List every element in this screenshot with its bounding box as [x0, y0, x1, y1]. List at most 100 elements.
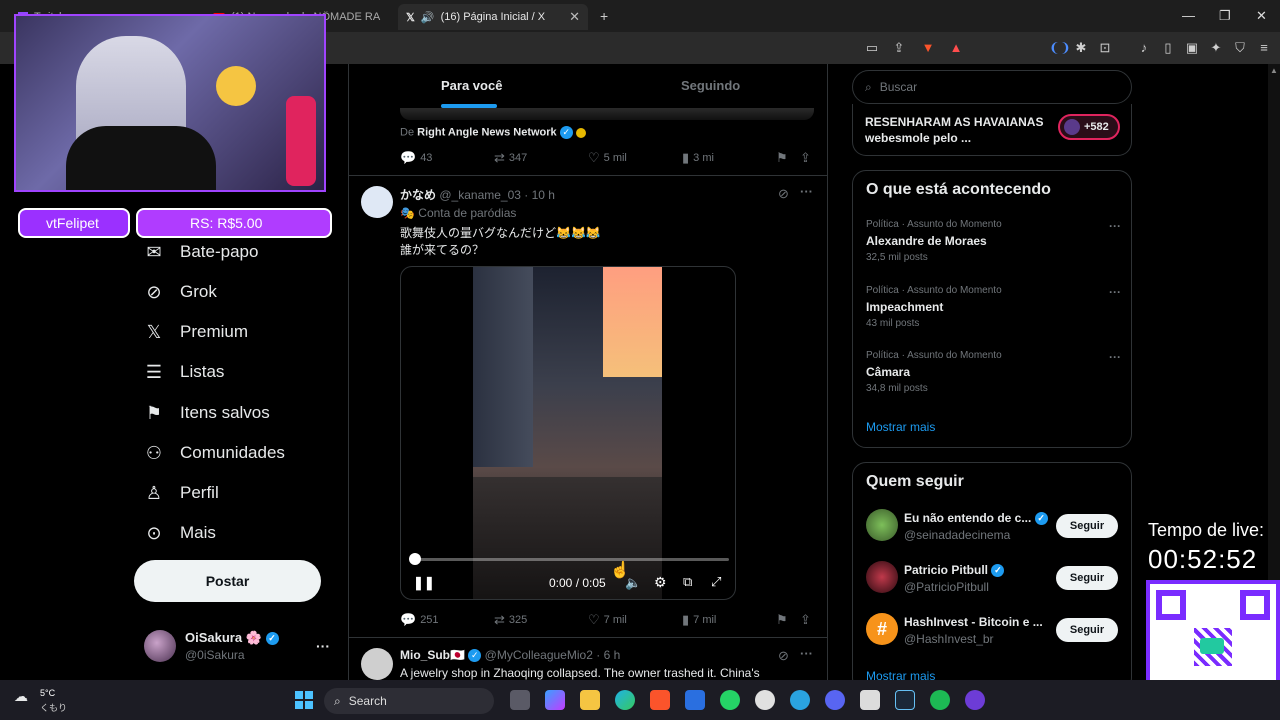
reply-icon: 💬 — [400, 150, 417, 165]
screenshot-icon[interactable]: ⊡ — [1097, 40, 1113, 56]
nav-lists[interactable]: ☰ Listas — [144, 357, 225, 387]
sidebar-icon[interactable]: ▯ — [1160, 40, 1176, 56]
nav-bookmarks[interactable]: ⚑ Itens salvos — [144, 398, 270, 428]
hash-avatar-icon[interactable]: # — [866, 613, 898, 645]
copilot-icon[interactable] — [545, 690, 565, 710]
trend-item[interactable]: Política · Assunto do Momento Câmara 34,… — [866, 350, 1121, 394]
steam-icon[interactable] — [895, 690, 915, 710]
leo-ai-icon[interactable]: ✦ — [1208, 40, 1224, 56]
follow-avatar[interactable] — [866, 509, 898, 541]
close-window-button[interactable]: ✕ — [1256, 8, 1267, 24]
follow-name[interactable]: HashInvest - Bitcoin e ... — [904, 615, 1043, 629]
new-tab-button[interactable]: + — [600, 8, 608, 24]
streamlabs-icon[interactable] — [860, 690, 880, 710]
follow-name[interactable]: Patricio Pitbull ✓ — [904, 563, 1005, 578]
tweet1-reply[interactable]: 💬 43 — [400, 150, 432, 166]
trend-more-icon[interactable]: ··· — [1109, 350, 1121, 364]
tweet2-share-icon[interactable]: ⇪ — [800, 612, 815, 628]
tweet3-avatar[interactable] — [361, 648, 393, 680]
file-explorer-icon[interactable] — [580, 690, 600, 710]
video-time: 0:00 / 0:05 — [549, 576, 606, 590]
tab-following[interactable]: Seguindo — [681, 78, 740, 93]
store-icon[interactable] — [685, 690, 705, 710]
tweet1-source: De Right Angle News Network ✓ — [400, 126, 586, 139]
follow-button[interactable]: Seguir — [1056, 566, 1118, 590]
tweet3-more-icon[interactable]: ··· — [800, 646, 813, 661]
follow-button[interactable]: Seguir — [1056, 618, 1118, 642]
cast-icon[interactable]: ▭ — [864, 40, 880, 56]
nav-chat[interactable]: ✉ Bate-papo — [144, 237, 258, 267]
tab-for-you[interactable]: Para você — [441, 78, 502, 93]
tweet2-like[interactable]: ♡ 7 mil — [588, 612, 627, 628]
follow-avatar[interactable] — [866, 561, 898, 593]
pause-icon[interactable]: ❚❚ — [413, 575, 435, 591]
grok-explain-icon[interactable]: ⊘ — [778, 186, 789, 202]
tweet2-views[interactable]: ▮ 7 mil — [682, 612, 716, 628]
tweet1-repost[interactable]: ⇄ 347 — [494, 150, 527, 166]
trend-item[interactable]: Política · Assunto do Momento Alexandre … — [866, 219, 1121, 263]
account-avatar[interactable] — [144, 630, 176, 662]
tweet2-bookmark-icon[interactable]: ⚑ — [776, 612, 792, 628]
video-scrubber[interactable] — [409, 553, 421, 565]
pip-icon[interactable]: ⧉ — [683, 574, 692, 590]
app-icon[interactable] — [965, 690, 985, 710]
tweet1-bookmark-icon[interactable]: ⚑ — [776, 150, 792, 166]
post-button[interactable]: Postar — [134, 560, 321, 602]
tweet1-like[interactable]: ♡ 5 mil — [588, 150, 627, 166]
follow-button[interactable]: Seguir — [1056, 514, 1118, 538]
nav-communities[interactable]: ⚇ Comunidades — [144, 438, 285, 468]
donation-alert: RS: R$5.00 — [136, 208, 332, 238]
trend-more-icon[interactable]: ··· — [1109, 285, 1121, 299]
webcam-overlay — [14, 14, 326, 192]
nav-grok[interactable]: ⊘ Grok — [144, 277, 216, 307]
share-icon[interactable]: ⇪ — [891, 40, 907, 56]
edge-icon[interactable] — [615, 690, 635, 710]
tab-x-home[interactable]: 𝕏 🔊 (16) Página Inicial / X ✕ — [398, 4, 588, 30]
brave-icon[interactable] — [650, 690, 670, 710]
settings-gear-icon[interactable]: ⚙ — [654, 574, 667, 591]
discord-icon[interactable] — [825, 690, 845, 710]
trend-item[interactable]: Política · Assunto do Momento Impeachmen… — [866, 285, 1121, 329]
follow-name[interactable]: Eu não entendo de c... ✓ — [904, 511, 1048, 526]
close-tab-icon[interactable]: ✕ — [569, 9, 580, 25]
music-icon[interactable]: ♪ — [1136, 40, 1152, 56]
tweet2-avatar[interactable] — [361, 186, 393, 218]
brave-rewards-icon[interactable]: ▲ — [948, 40, 964, 56]
live-space-card[interactable]: RESENHARAM AS HAVAIANAS webesmole pelo .… — [852, 104, 1132, 156]
trend-more-icon[interactable]: ··· — [1109, 219, 1121, 233]
tweet1-share-icon[interactable]: ⇪ — [800, 150, 815, 166]
video-progress-track[interactable] — [415, 558, 729, 561]
task-view-icon[interactable] — [510, 690, 530, 710]
nav-profile[interactable]: ♙ Perfil — [144, 478, 219, 508]
tweet2-repost[interactable]: ⇄ 325 — [494, 612, 527, 628]
minimize-button[interactable]: — — [1182, 8, 1195, 23]
account-more-icon[interactable]: ··· — [316, 638, 330, 654]
nav-more[interactable]: ⊙ Mais — [144, 518, 215, 548]
trends-show-more[interactable]: Mostrar mais — [866, 420, 935, 434]
grok-explain-icon[interactable]: ⊘ — [778, 648, 789, 664]
nav-premium[interactable]: 𝕏 Premium — [144, 317, 248, 347]
search-box[interactable]: ⌕ Buscar — [852, 70, 1132, 104]
vpn-icon[interactable]: ❨❩ — [1049, 40, 1071, 56]
menu-icon[interactable]: ≡ — [1256, 40, 1272, 56]
telegram-icon[interactable] — [790, 690, 810, 710]
fullscreen-icon[interactable]: ⤢ — [711, 574, 721, 590]
live-time-value: 00:52:52 — [1148, 544, 1258, 574]
taskbar-search[interactable]: ⌕ Search — [324, 688, 494, 714]
obs-icon[interactable] — [755, 690, 775, 710]
brave-shield-icon[interactable]: ▼ — [920, 40, 936, 56]
windows-start-icon[interactable] — [295, 691, 313, 709]
tweet2-reply[interactable]: 💬 251 — [400, 612, 439, 628]
extensions-icon[interactable]: ✱ — [1073, 40, 1089, 56]
tweet2-more-icon[interactable]: ··· — [800, 184, 813, 199]
weather-cloud-icon[interactable]: ☁ — [14, 688, 28, 705]
tweet2-video[interactable]: ❚❚ 0:00 / 0:05 🔈 ⚙ ⧉ ⤢ — [400, 266, 736, 600]
account-name[interactable]: OiSakura 🌸 ✓ — [185, 630, 279, 646]
spotify-icon[interactable] — [930, 690, 950, 710]
wallet-icon[interactable]: ▣ — [1184, 40, 1200, 56]
whatsapp-icon[interactable] — [720, 690, 740, 710]
listener-avatar — [1064, 119, 1080, 135]
tweet1-views[interactable]: ▮ 3 mi — [682, 150, 714, 166]
restore-button[interactable]: ❐ — [1219, 8, 1231, 24]
vpn-shield-icon[interactable]: ⛉ — [1232, 40, 1248, 56]
